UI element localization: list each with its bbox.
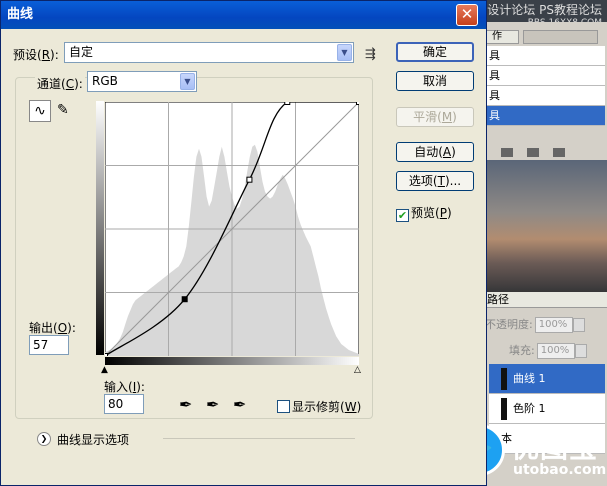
black-point-slider[interactable]: ▲ (101, 365, 108, 375)
list-item[interactable]: 具 (483, 66, 605, 86)
curve-point-tool-icon[interactable]: ∿ (29, 100, 51, 122)
actions-list: 具 具 具 具 (483, 46, 605, 126)
output-field[interactable]: 57 (29, 335, 69, 355)
camera-icon[interactable] (527, 148, 539, 157)
curve-point (246, 176, 253, 183)
ok-button[interactable]: 确定 (396, 42, 474, 62)
expand-icon[interactable]: ❯ (37, 432, 51, 446)
channel-select[interactable]: RGB ▼ (87, 71, 197, 92)
opacity-input[interactable]: 100% (534, 317, 573, 333)
opacity-arrow[interactable] (572, 318, 585, 332)
divider (163, 438, 355, 439)
layer-item[interactable]: 曲线 1 (489, 364, 605, 394)
opacity-label: 不透明度: (485, 318, 533, 331)
dialog-title: 曲线 (1, 1, 486, 29)
cancel-button[interactable]: 取消 (396, 71, 474, 91)
input-field[interactable]: 80 (104, 394, 144, 414)
input-gradient (105, 357, 359, 365)
white-point-slider[interactable]: △ (354, 365, 361, 375)
panel-tab-blank[interactable] (523, 30, 598, 44)
trash-icon[interactable] (553, 148, 565, 157)
curve-point (181, 296, 188, 303)
pencil-icon[interactable]: ✎ (57, 102, 69, 118)
stop-icon[interactable] (501, 148, 513, 157)
gray-eyedropper-icon[interactable]: ✒ (206, 395, 219, 414)
preset-label: 预设(R): (13, 48, 59, 62)
chevron-down-icon: ▼ (180, 73, 195, 90)
show-clipping-checkbox[interactable]: 显示修剪(W) (277, 398, 361, 415)
opacity-row: 不透明度: 100% (485, 316, 585, 333)
black-eyedropper-icon[interactable]: ✒ (179, 395, 192, 414)
fill-input[interactable]: 100% (536, 343, 575, 359)
list-item[interactable]: 具 (483, 106, 605, 126)
list-item[interactable]: 具 (483, 46, 605, 66)
fill-arrow[interactable] (574, 344, 587, 358)
curves-dialog: 曲线 ✕ 预设(R): 自定 ▼ ⇶ 通道(C): RGB ▼ ∿ ✎ ▲ △ … (0, 0, 487, 486)
curve-graph[interactable] (105, 102, 359, 356)
checkmark-icon: ✔ (396, 209, 409, 222)
curve-point (105, 353, 108, 356)
preset-menu-icon[interactable]: ⇶ (365, 47, 376, 62)
preset-select[interactable]: 自定 ▼ (64, 42, 354, 63)
white-eyedropper-icon[interactable]: ✒ (233, 395, 246, 414)
curve-point (356, 102, 359, 105)
options-button[interactable]: 选项(T)... (396, 171, 474, 191)
canvas-photo (480, 160, 607, 292)
preview-checkbox[interactable]: ✔ 预览(P) (396, 204, 452, 222)
curve-display-options[interactable]: 曲线显示选项 (57, 431, 129, 448)
input-label: 输入(I): (104, 380, 145, 394)
curve-point (284, 102, 291, 105)
smooth-button[interactable]: 平滑(M) (396, 107, 474, 127)
list-item[interactable]: 具 (483, 86, 605, 106)
history-panel: 作 具 具 具 具 (480, 22, 607, 160)
channel-label: 通道(C): (35, 75, 85, 92)
chevron-down-icon: ▼ (337, 44, 352, 61)
layers-tab[interactable]: 路径 (481, 292, 607, 308)
output-gradient (96, 101, 104, 355)
fill-label: 填充: (509, 344, 535, 357)
close-button[interactable]: ✕ (456, 4, 478, 26)
output-label: 输出(O): (29, 321, 76, 335)
panel-icons (501, 148, 565, 157)
auto-button[interactable]: 自动(A) (396, 142, 474, 162)
panel-tab[interactable]: 作 (485, 30, 519, 44)
fill-row: 填充: 100% (509, 342, 587, 359)
